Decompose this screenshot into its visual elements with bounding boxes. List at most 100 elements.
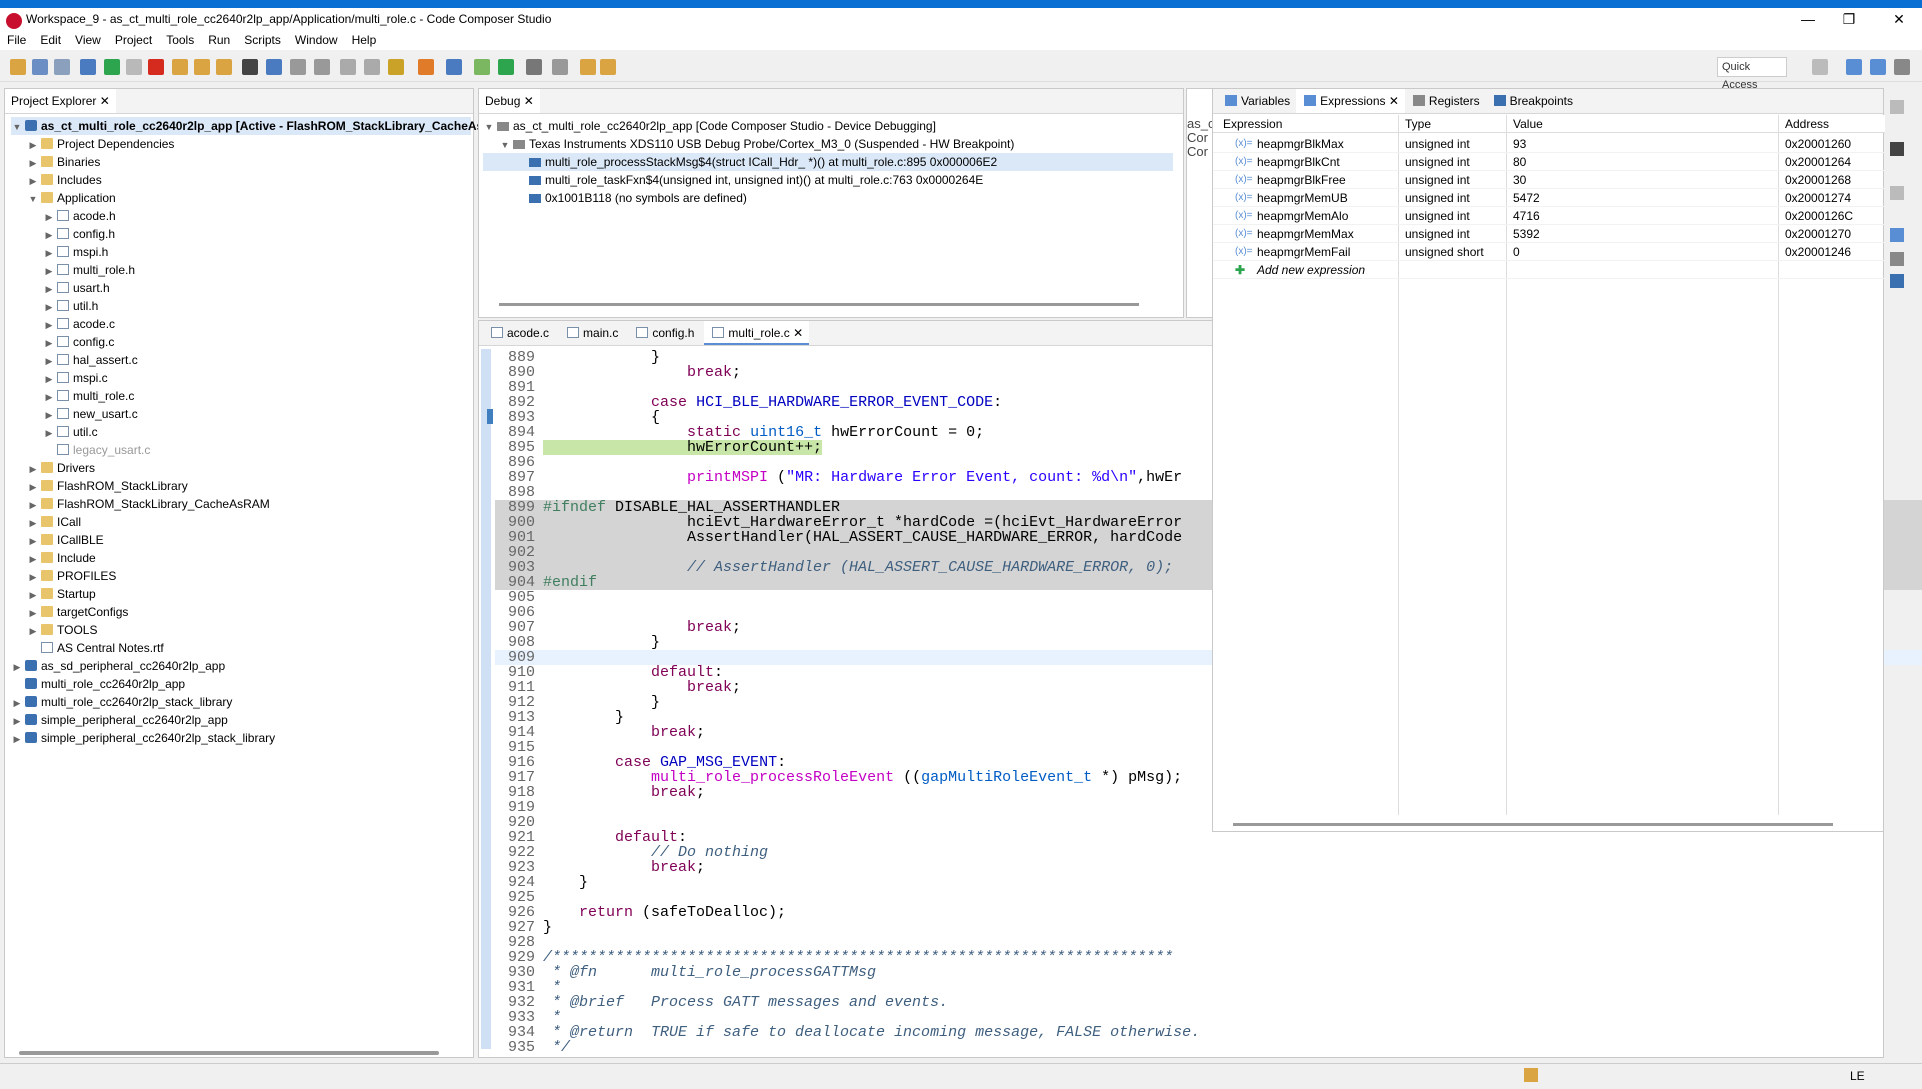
expand-arrow-icon[interactable]: ▶ xyxy=(27,622,39,640)
close-tab-icon[interactable]: ✕ xyxy=(790,326,803,340)
expression-row[interactable]: (x)= heapmgrBlkFree unsigned int 30 0x200012… xyxy=(1213,171,1885,189)
tree-item[interactable]: ▶ FlashROM_StackLibrary xyxy=(11,477,471,495)
menu-help[interactable]: Help xyxy=(345,30,384,50)
code-line[interactable]: 922 // Do nothing xyxy=(495,845,1922,860)
add-new-expression[interactable]: ✚ Add new expression xyxy=(1213,261,1885,279)
expand-arrow-icon[interactable]: ▶ xyxy=(43,280,55,298)
expand-arrow-icon[interactable]: ▶ xyxy=(43,226,55,244)
tab-breakpoints[interactable]: Breakpoints xyxy=(1485,89,1579,113)
debug-item[interactable]: ▼ Texas Instruments XDS110 USB Debug Prob… xyxy=(483,135,1173,153)
tree-item[interactable]: ▶ simple_peripheral_cc2640r2lp_stack_libr… xyxy=(11,729,471,747)
tree-item[interactable]: ▶ mspi.h xyxy=(11,243,471,261)
grid-icon[interactable] xyxy=(242,59,258,75)
expand-arrow-icon[interactable]: ▶ xyxy=(27,532,39,550)
expression-row[interactable]: (x)= heapmgrMemUB unsigned int 5472 0x200012… xyxy=(1213,189,1885,207)
horizontal-scrollbar[interactable] xyxy=(19,1051,439,1055)
menu-window[interactable]: Window xyxy=(288,30,345,50)
col-address[interactable]: Address xyxy=(1785,117,1829,131)
tree-item[interactable]: legacy_usart.c xyxy=(11,441,471,459)
tree-item[interactable]: ▼ Application xyxy=(11,189,471,207)
tree-item[interactable]: ▶ Startup xyxy=(11,585,471,603)
tree-item[interactable]: ▼ as_ct_multi_role_cc2640r2lp_app [Active… xyxy=(11,117,492,136)
code-line[interactable]: 935 */ xyxy=(495,1040,1922,1055)
code-line[interactable]: 928 xyxy=(495,935,1922,950)
code-line[interactable]: 934 * @return TRUE if safe to deallocate… xyxy=(495,1025,1922,1040)
code-line[interactable]: 933 * xyxy=(495,1010,1922,1025)
expressions-icon[interactable] xyxy=(1890,228,1904,242)
expression-value[interactable]: 5392 xyxy=(1513,225,1540,243)
debug-view-icon[interactable] xyxy=(80,59,96,75)
expand-arrow-icon[interactable]: ▶ xyxy=(27,514,39,532)
code-line[interactable]: 931 * xyxy=(495,980,1922,995)
collapse-arrow-icon[interactable]: ▼ xyxy=(11,118,23,136)
tree-item[interactable]: ▶ util.h xyxy=(11,297,471,315)
tree-item[interactable]: ▶ new_usart.c xyxy=(11,405,471,423)
code-line[interactable]: 925 xyxy=(495,890,1922,905)
collapse-arrow-icon[interactable]: ▼ xyxy=(27,190,39,208)
menu-scripts[interactable]: Scripts xyxy=(237,30,288,50)
tree-item[interactable]: ▶ util.c xyxy=(11,423,471,441)
link-icon[interactable] xyxy=(290,59,306,75)
expand-arrow-icon[interactable]: ▶ xyxy=(43,244,55,262)
code-line[interactable]: 926 return (safeToDealloc); xyxy=(495,905,1922,920)
expression-value[interactable]: 0 xyxy=(1513,243,1520,261)
expand-arrow-icon[interactable]: ▶ xyxy=(43,352,55,370)
tree-item[interactable]: ▶ PROFILES xyxy=(11,567,471,585)
tree-item[interactable]: ▶ as_sd_peripheral_cc2640r2lp_app xyxy=(11,657,471,675)
tab-project-explorer[interactable]: Project Explorer ✕ xyxy=(5,89,116,113)
collapse-arrow-icon[interactable]: ▼ xyxy=(499,136,511,154)
col-expression[interactable]: Expression xyxy=(1223,117,1282,131)
tree-item[interactable]: ▶ Binaries xyxy=(11,153,471,171)
tree-item[interactable]: ▶ hal_assert.c xyxy=(11,351,471,369)
expression-value[interactable]: 93 xyxy=(1513,135,1526,153)
code-line[interactable]: 930 * @fn multi_role_processGATTMsg xyxy=(495,965,1922,980)
new-icon[interactable] xyxy=(10,59,26,75)
tree-item[interactable]: ▶ acode.c xyxy=(11,315,471,333)
tree-item[interactable]: AS Central Notes.rtf xyxy=(11,639,471,657)
expand-arrow-icon[interactable]: ▶ xyxy=(43,370,55,388)
breakpoint-ruler[interactable] xyxy=(481,349,491,1049)
tree-item[interactable]: ▶ config.h xyxy=(11,225,471,243)
debug-item[interactable]: multi_role_taskFxn$4(unsigned int, unsig… xyxy=(483,171,1173,189)
expand-arrow-icon[interactable]: ▶ xyxy=(27,604,39,622)
grid-icon[interactable] xyxy=(1890,142,1904,156)
tree-item[interactable]: ▶ Includes xyxy=(11,171,471,189)
tab-variables[interactable]: Variables xyxy=(1217,89,1297,113)
menu-tools[interactable]: Tools xyxy=(159,30,201,50)
task-icon[interactable] xyxy=(1524,1068,1538,1082)
build-icon[interactable] xyxy=(388,59,404,75)
code-line[interactable]: 927} xyxy=(495,920,1922,935)
expand-arrow-icon[interactable]: ▶ xyxy=(11,694,23,712)
collapse-arrow-icon[interactable]: ▼ xyxy=(483,118,495,136)
tree-item[interactable]: ▶ Include xyxy=(11,549,471,567)
debug-item[interactable]: 0x1001B118 (no symbols are defined) xyxy=(483,189,1173,207)
tree-item[interactable]: ▶ targetConfigs xyxy=(11,603,471,621)
terminate-icon[interactable] xyxy=(148,59,164,75)
step-into-icon[interactable] xyxy=(172,59,188,75)
quick-access-field[interactable]: Quick Access xyxy=(1717,57,1787,91)
restore-icon[interactable] xyxy=(1890,186,1904,200)
expand-arrow-icon[interactable]: ▶ xyxy=(43,298,55,316)
expand-arrow-icon[interactable]: ▶ xyxy=(27,496,39,514)
tree-item[interactable]: ▶ simple_peripheral_cc2640r2lp_app xyxy=(11,711,471,729)
expand-arrow-icon[interactable]: ▶ xyxy=(43,208,55,226)
expand-arrow-icon[interactable]: ▶ xyxy=(11,658,23,676)
debug-perspective-icon[interactable] xyxy=(1870,59,1886,75)
expand-arrow-icon[interactable]: ▶ xyxy=(43,262,55,280)
tree-item[interactable]: ▶ ICall xyxy=(11,513,471,531)
expand-arrow-icon[interactable]: ▶ xyxy=(27,172,39,190)
code-line[interactable]: 929 /************************************… xyxy=(495,950,1922,965)
tab-debug[interactable]: Debug ✕ xyxy=(479,89,540,113)
expression-row[interactable]: (x)= heapmgrMemFail unsigned short 0 0x20001… xyxy=(1213,243,1885,261)
debug-icon[interactable] xyxy=(446,59,462,75)
other-perspective-icon[interactable] xyxy=(1894,59,1910,75)
search-icon[interactable] xyxy=(580,59,596,75)
close-tab-icon[interactable]: ✕ xyxy=(1386,94,1399,108)
horizontal-scrollbar[interactable] xyxy=(499,303,1139,306)
tab-multi_role-c[interactable]: multi_role.c ✕ xyxy=(704,321,810,345)
tree-item[interactable]: ▶ FlashROM_StackLibrary_CacheAsRAM xyxy=(11,495,471,513)
expand-arrow-icon[interactable]: ▶ xyxy=(27,136,39,154)
menu-view[interactable]: View xyxy=(68,30,108,50)
tab-registers[interactable]: Registers xyxy=(1404,89,1486,113)
flash-icon[interactable] xyxy=(418,59,434,75)
